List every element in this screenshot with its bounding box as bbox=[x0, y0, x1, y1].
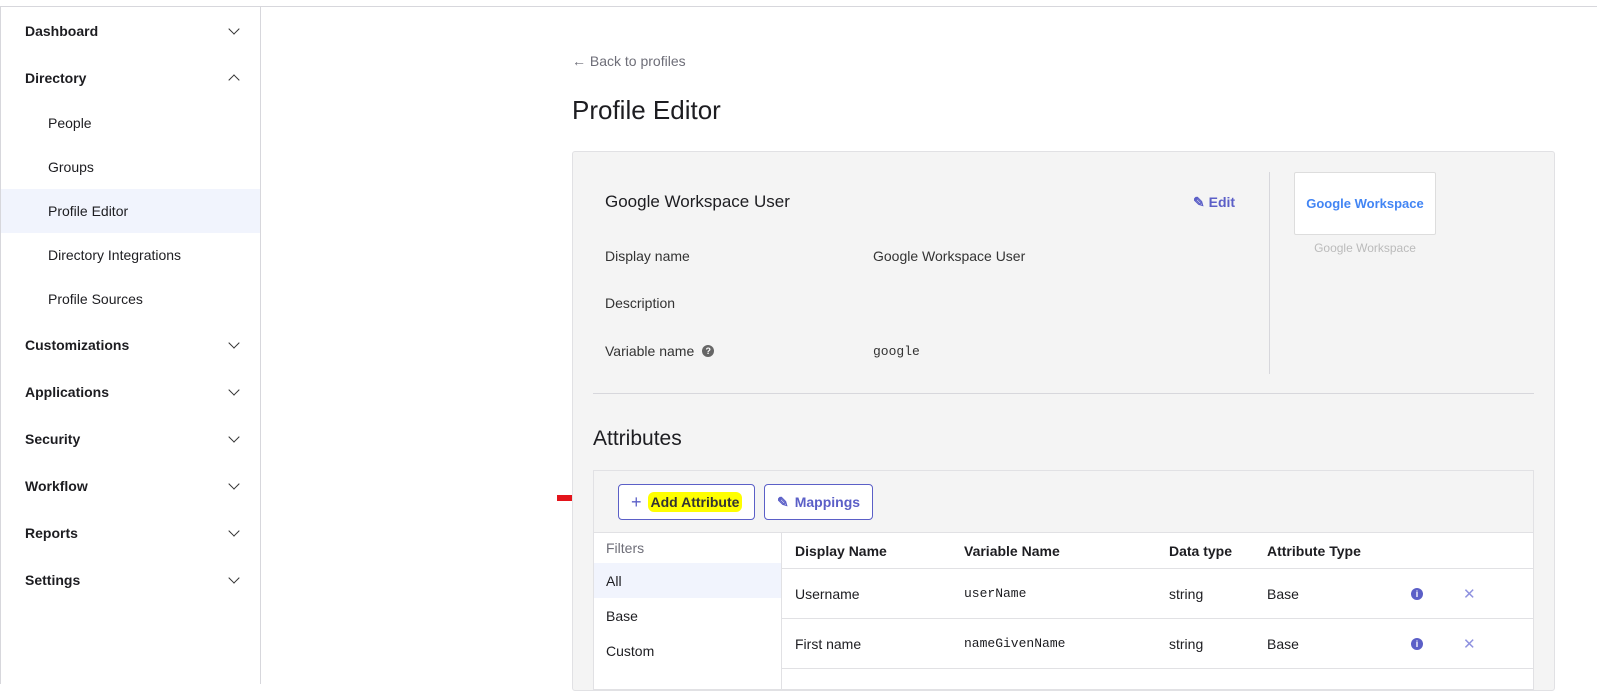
back-to-profiles-link[interactable]: ← Back to profiles bbox=[572, 53, 686, 69]
variable-name-cell: nameGivenName bbox=[964, 636, 1066, 651]
column-header: Data type bbox=[1169, 542, 1233, 559]
nav-groups[interactable]: Groups bbox=[1, 145, 260, 189]
edit-button[interactable]: ✎ Edit bbox=[1193, 194, 1235, 211]
chevron-down-icon bbox=[228, 336, 240, 349]
filters-label: Filters bbox=[606, 540, 645, 556]
variable-name-row: Variable name? bbox=[605, 343, 715, 359]
nav-label: Directory bbox=[25, 69, 87, 86]
nav-settings[interactable]: Settings bbox=[1, 556, 260, 603]
info-icon[interactable]: i bbox=[1411, 637, 1423, 650]
nav-dashboard[interactable]: Dashboard bbox=[1, 7, 260, 54]
mappings-label: Mappings bbox=[794, 494, 861, 510]
filter-base[interactable]: Base bbox=[594, 598, 781, 633]
logo-caption: Google Workspace bbox=[1314, 241, 1416, 255]
attributes-table: Display Name Variable Name Data type Att… bbox=[782, 532, 1533, 689]
nav-reports[interactable]: Reports bbox=[1, 509, 260, 556]
nav-directory-integrations[interactable]: Directory Integrations bbox=[1, 233, 260, 277]
description-label: Description bbox=[605, 295, 676, 311]
variable-name-cell: userName bbox=[964, 586, 1027, 601]
sidebar: Dashboard Directory People Groups Profil… bbox=[0, 7, 261, 684]
filter-custom[interactable]: Custom bbox=[594, 633, 781, 668]
data-type-cell: string bbox=[1169, 635, 1204, 652]
attribute-type-cell: Base bbox=[1267, 635, 1299, 652]
nav-label: Security bbox=[25, 430, 81, 447]
nav-directory[interactable]: Directory bbox=[1, 54, 260, 101]
edit-label: Edit bbox=[1208, 194, 1236, 210]
chevron-down-icon bbox=[228, 383, 240, 396]
display-name-cell: First name bbox=[795, 635, 862, 652]
nav-label: Workflow bbox=[25, 477, 88, 494]
display-name-label: Display name bbox=[605, 248, 690, 264]
help-icon[interactable]: ? bbox=[702, 345, 715, 357]
page-title: Profile Editor bbox=[572, 95, 721, 125]
variable-name-label: Variable name bbox=[605, 343, 695, 359]
nav-profile-sources[interactable]: Profile Sources bbox=[1, 277, 260, 321]
delete-icon[interactable]: ✕ bbox=[1463, 585, 1476, 603]
nav-profile-editor[interactable]: Profile Editor bbox=[1, 189, 260, 233]
table-header: Display Name Variable Name Data type Att… bbox=[782, 533, 1533, 569]
profile-panel: Google Workspace User ✎ Edit Display nam… bbox=[572, 151, 1555, 691]
nav-label: Applications bbox=[25, 383, 110, 400]
table-row: Username userName string Base i ✕ bbox=[782, 569, 1533, 619]
nav-label: Settings bbox=[25, 571, 81, 588]
chevron-down-icon bbox=[228, 477, 240, 490]
variable-name-value: google bbox=[873, 344, 920, 359]
chevron-down-icon bbox=[228, 22, 240, 35]
nav-workflow[interactable]: Workflow bbox=[1, 462, 260, 509]
profile-name: Google Workspace User bbox=[605, 192, 790, 211]
google-workspace-logo: Google Workspace bbox=[1294, 172, 1436, 235]
nav-people[interactable]: People bbox=[1, 101, 260, 145]
nav-label: Customizations bbox=[25, 336, 130, 353]
nav-label: Reports bbox=[25, 524, 78, 541]
chevron-down-icon bbox=[228, 571, 240, 584]
divider bbox=[1269, 172, 1270, 374]
mappings-button[interactable]: ✎ Mappings bbox=[764, 484, 874, 520]
delete-icon[interactable]: ✕ bbox=[1463, 635, 1476, 653]
column-header: Display Name bbox=[795, 542, 887, 559]
column-header: Variable Name bbox=[964, 542, 1060, 559]
chevron-down-icon bbox=[228, 524, 240, 537]
chevron-down-icon bbox=[228, 430, 240, 443]
logo-text: Google Workspace bbox=[1306, 196, 1424, 211]
filter-all[interactable]: All bbox=[594, 563, 781, 598]
data-type-cell: string bbox=[1169, 585, 1204, 602]
nav-label: Dashboard bbox=[25, 22, 99, 39]
chevron-up-icon bbox=[228, 73, 240, 86]
nav-applications[interactable]: Applications bbox=[1, 368, 260, 415]
attribute-type-cell: Base bbox=[1267, 585, 1299, 602]
add-attribute-button[interactable]: + Add Attribute bbox=[618, 484, 756, 520]
column-header: Attribute Type bbox=[1267, 542, 1361, 559]
info-icon[interactable]: i bbox=[1411, 587, 1423, 600]
divider bbox=[593, 393, 1534, 394]
table-row: First name nameGivenName string Base i ✕ bbox=[782, 619, 1533, 669]
pencil-icon: ✎ bbox=[1193, 194, 1205, 210]
attributes-section: + Add Attribute ✎ Mappings Filters All Bas… bbox=[593, 470, 1534, 690]
display-name-cell: Username bbox=[795, 585, 860, 602]
add-attribute-label: Add Attribute bbox=[647, 492, 743, 512]
display-name-value: Google Workspace User bbox=[873, 248, 1026, 264]
plus-icon: + bbox=[631, 491, 642, 512]
pencil-icon: ✎ bbox=[777, 493, 789, 510]
attributes-heading: Attributes bbox=[593, 427, 682, 450]
nav-customizations[interactable]: Customizations bbox=[1, 321, 260, 368]
filters-panel: Filters All Base Custom bbox=[594, 532, 782, 689]
nav-security[interactable]: Security bbox=[1, 415, 260, 462]
